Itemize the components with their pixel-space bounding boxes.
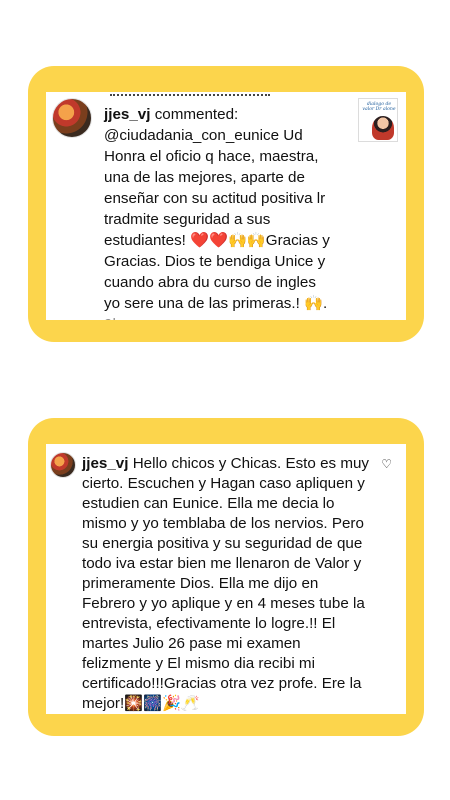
post-thumbnail[interactable]: dialogo de valor Dr alone bbox=[358, 98, 398, 142]
username[interactable]: jjes_vj bbox=[104, 106, 150, 123]
thumbnail-figure bbox=[372, 116, 394, 140]
comment-card-bottom: jjes_vj Hello chicos y Chicas. Esto es m… bbox=[28, 418, 424, 736]
comment-text: @ciudadania_con_eunice Ud Honra el ofici… bbox=[104, 127, 330, 312]
comment-text: Hello chicos y Chicas. Esto es muy ciert… bbox=[82, 455, 370, 712]
timestamp: 9h bbox=[104, 316, 121, 320]
heart-outline-icon[interactable]: ♡ bbox=[381, 458, 392, 470]
comment-card-top: jjes_vj commented: @ciudadania_con_eunic… bbox=[28, 66, 424, 342]
action-text: commented: bbox=[154, 106, 239, 123]
thumbnail-text: dialogo de valor Dr alone bbox=[362, 102, 396, 112]
avatar[interactable] bbox=[50, 452, 76, 478]
notification-comment: jjes_vj commented: @ciudadania_con_eunic… bbox=[104, 104, 336, 320]
comment-panel: jjes_vj Hello chicos y Chicas. Esto es m… bbox=[46, 444, 406, 714]
cropped-previous-line bbox=[110, 92, 270, 96]
notification-panel: jjes_vj commented: @ciudadania_con_eunic… bbox=[46, 92, 406, 320]
avatar[interactable] bbox=[52, 98, 92, 138]
comment: jjes_vj Hello chicos y Chicas. Esto es m… bbox=[82, 454, 374, 714]
username[interactable]: jjes_vj bbox=[82, 455, 128, 472]
